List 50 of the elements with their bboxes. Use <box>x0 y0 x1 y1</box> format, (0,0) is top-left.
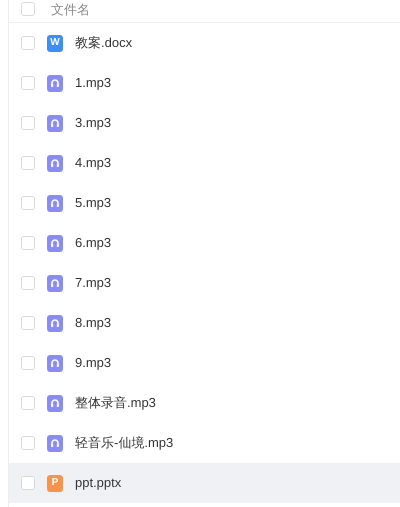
checkbox[interactable] <box>21 2 35 16</box>
file-name[interactable]: 6.mp3 <box>75 233 112 253</box>
checkbox[interactable] <box>21 156 35 170</box>
checkbox[interactable] <box>21 276 35 290</box>
file-row[interactable]: 4.mp3 <box>9 143 400 183</box>
headphones-icon <box>47 434 63 452</box>
checkbox[interactable] <box>21 316 35 330</box>
checkbox[interactable] <box>21 396 35 410</box>
file-name[interactable]: 轻音乐-仙境.mp3 <box>75 433 174 453</box>
checkbox[interactable] <box>21 36 35 50</box>
file-name[interactable]: 9.mp3 <box>75 353 112 373</box>
checkbox[interactable] <box>21 76 35 90</box>
file-name[interactable]: 整体录音.mp3 <box>75 393 156 413</box>
file-row[interactable]: W 教案.docx <box>9 23 400 63</box>
file-row[interactable]: 9.mp3 <box>9 343 400 383</box>
file-row[interactable]: P ppt.pptx <box>9 463 400 503</box>
headphones-icon <box>47 394 63 412</box>
checkbox[interactable] <box>21 436 35 450</box>
file-row[interactable]: 5.mp3 <box>9 183 400 223</box>
file-name[interactable]: 3.mp3 <box>75 113 112 133</box>
file-row[interactable]: 整体录音.mp3 <box>9 383 400 423</box>
slides-file-icon: P <box>47 474 63 492</box>
headphones-icon <box>47 154 63 172</box>
file-row[interactable]: 轻音乐-仙境.mp3 <box>9 423 400 463</box>
file-row[interactable]: 7.mp3 <box>9 263 400 303</box>
file-name[interactable]: 教案.docx <box>75 33 132 53</box>
file-row[interactable]: 6.mp3 <box>9 223 400 263</box>
file-name[interactable]: 8.mp3 <box>75 313 112 333</box>
headphones-icon <box>47 74 63 92</box>
file-row[interactable]: 8.mp3 <box>9 303 400 343</box>
file-name[interactable]: 5.mp3 <box>75 193 112 213</box>
column-header: 文件名 <box>51 3 90 16</box>
headphones-icon <box>47 274 63 292</box>
headphones-icon <box>47 354 63 372</box>
headphones-icon <box>47 194 63 212</box>
file-name[interactable]: 4.mp3 <box>75 153 112 173</box>
checkbox[interactable] <box>21 476 35 490</box>
file-row[interactable]: 1.mp3 <box>9 63 400 103</box>
file-row[interactable]: 3.mp3 <box>9 103 400 143</box>
headphones-icon <box>47 314 63 332</box>
file-name[interactable]: 7.mp3 <box>75 273 112 293</box>
checkbox[interactable] <box>21 356 35 370</box>
file-name[interactable]: 1.mp3 <box>75 73 112 93</box>
headphones-icon <box>47 234 63 252</box>
word-file-icon: W <box>47 34 63 52</box>
file-name[interactable]: ppt.pptx <box>75 473 122 493</box>
checkbox[interactable] <box>21 236 35 250</box>
checkbox[interactable] <box>21 196 35 210</box>
checkbox[interactable] <box>21 116 35 130</box>
headphones-icon <box>47 114 63 132</box>
